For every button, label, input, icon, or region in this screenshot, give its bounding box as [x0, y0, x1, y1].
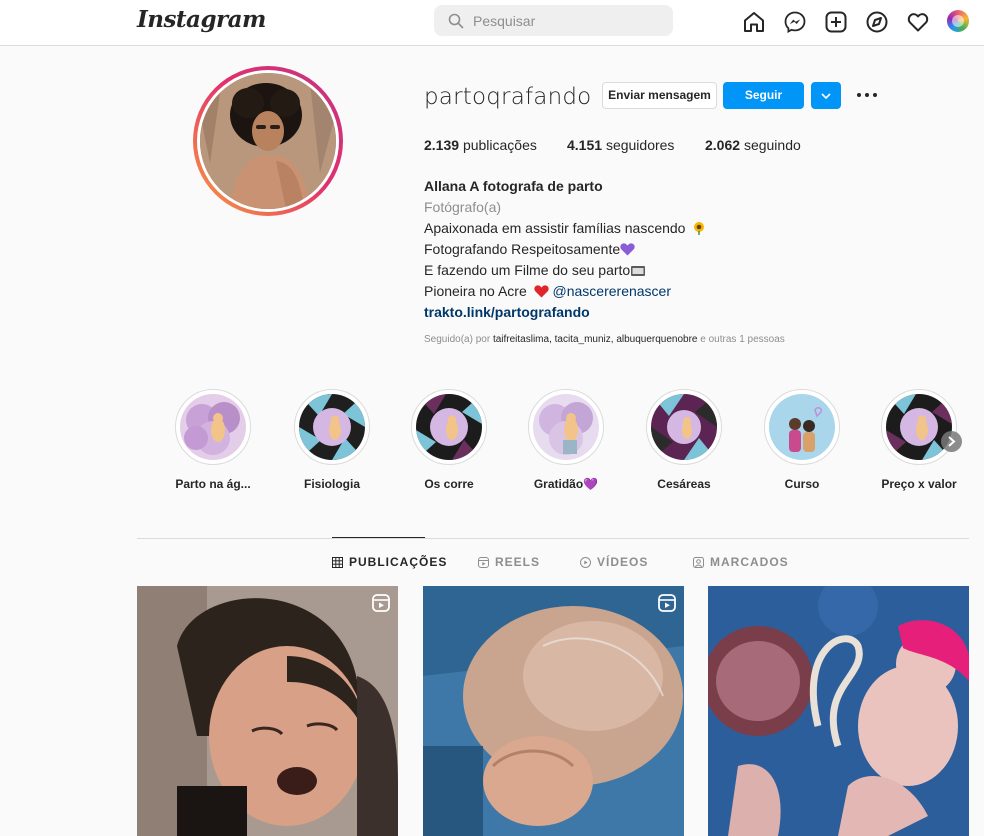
profile-avatar[interactable]	[947, 10, 969, 32]
bio-category: Fotógrafo(a)	[424, 199, 502, 215]
bio-line: Fotografando Respeitosamente	[424, 239, 844, 260]
bio-line: Pioneira no Acre @nascererenascer	[424, 283, 672, 299]
highlight-cover-image	[299, 394, 365, 460]
bio-line: Apaixonada em assistir famílias nascendo	[424, 218, 844, 239]
activity-heart-icon[interactable]	[906, 10, 930, 34]
more-options-icon[interactable]	[855, 86, 879, 104]
instagram-logo[interactable]: Instagram	[137, 6, 266, 33]
reel-badge-icon	[658, 594, 676, 612]
purple-heart-emoji-icon	[620, 243, 635, 256]
bio-mention-link[interactable]: @nascererenascer	[553, 283, 672, 299]
highlight-cover-image	[533, 394, 599, 460]
highlight-label: Os corre	[424, 477, 474, 491]
story-highlight[interactable]: Fisiologia	[277, 389, 387, 491]
tabs-divider	[137, 538, 969, 539]
search-icon	[448, 13, 464, 29]
tab-videos[interactable]: VÍDEOS	[580, 555, 648, 569]
post-thumbnail[interactable]	[137, 586, 398, 836]
red-heart-emoji-icon	[534, 285, 549, 298]
video-play-icon	[580, 557, 591, 568]
story-highlight[interactable]: Parto na ág...	[158, 389, 268, 491]
sunflower-emoji-icon	[694, 222, 705, 235]
profile-picture[interactable]	[193, 66, 343, 216]
followed-by-text[interactable]: Seguido(a) por taifreitaslima, tacita_mu…	[424, 334, 785, 345]
post-image	[708, 586, 969, 836]
suggestions-dropdown-button[interactable]	[811, 82, 841, 109]
highlight-label: Parto na ág...	[175, 477, 251, 491]
highlight-cover-image	[769, 394, 835, 460]
search-box[interactable]	[434, 5, 673, 36]
follow-button[interactable]: Seguir	[723, 82, 804, 109]
post-thumbnail[interactable]	[423, 586, 684, 836]
tagged-user-icon	[693, 557, 704, 568]
highlight-label: Gratidão💜	[533, 477, 599, 491]
highlight-label: Preço x valor	[881, 477, 957, 491]
active-tab-indicator	[332, 537, 425, 538]
story-highlight[interactable]: Curso	[747, 389, 857, 491]
highlight-cover-image	[651, 394, 717, 460]
reels-icon	[478, 557, 489, 568]
post-image	[137, 586, 398, 836]
send-message-button[interactable]: Enviar mensagem	[602, 82, 717, 109]
following-count[interactable]: 2.062 seguindo	[705, 137, 801, 153]
home-icon[interactable]	[742, 10, 766, 34]
post-thumbnail[interactable]	[708, 586, 969, 836]
tab-reels[interactable]: REELS	[478, 555, 540, 569]
chevron-down-icon	[821, 93, 831, 100]
film-camera-emoji-icon	[631, 266, 646, 276]
profile-bio: Allana A fotografa de parto Fotógrafo(a)…	[424, 176, 844, 323]
highlight-cover-image	[416, 394, 482, 460]
post-image	[423, 586, 684, 836]
story-highlight[interactable]: Os corre	[394, 389, 504, 491]
reel-badge-icon	[372, 594, 390, 612]
bio-line: E fazendo um Filme do seu parto	[424, 260, 844, 281]
explore-icon[interactable]	[865, 10, 889, 34]
tab-tagged[interactable]: MARCADOS	[693, 555, 789, 569]
highlight-label: Fisiologia	[303, 477, 360, 491]
chevron-right-icon	[948, 436, 956, 447]
story-highlight[interactable]: Cesáreas	[629, 389, 739, 491]
bio-website-link[interactable]: trakto.link/partografando	[424, 302, 844, 323]
top-navigation-bar: Instagram	[0, 0, 984, 46]
highlight-label: Cesáreas	[657, 477, 711, 491]
highlight-cover-image	[180, 394, 246, 460]
new-post-icon[interactable]	[824, 10, 848, 34]
profile-username: partoqrafando	[424, 84, 592, 110]
messenger-icon[interactable]	[783, 10, 807, 34]
bio-full-name: Allana A fotografa de parto	[424, 178, 603, 194]
search-input[interactable]	[473, 5, 663, 36]
grid-icon	[332, 557, 343, 568]
tab-posts[interactable]: PUBLICAÇÕES	[332, 555, 447, 569]
highlights-next-button[interactable]	[941, 431, 962, 452]
highlight-cover-image	[886, 394, 952, 460]
story-highlight[interactable]: Gratidão💜	[511, 389, 621, 491]
followers-count[interactable]: 4.151 seguidores	[567, 137, 674, 153]
posts-count: 2.139 publicações	[424, 137, 537, 153]
highlight-label: Curso	[784, 477, 820, 491]
